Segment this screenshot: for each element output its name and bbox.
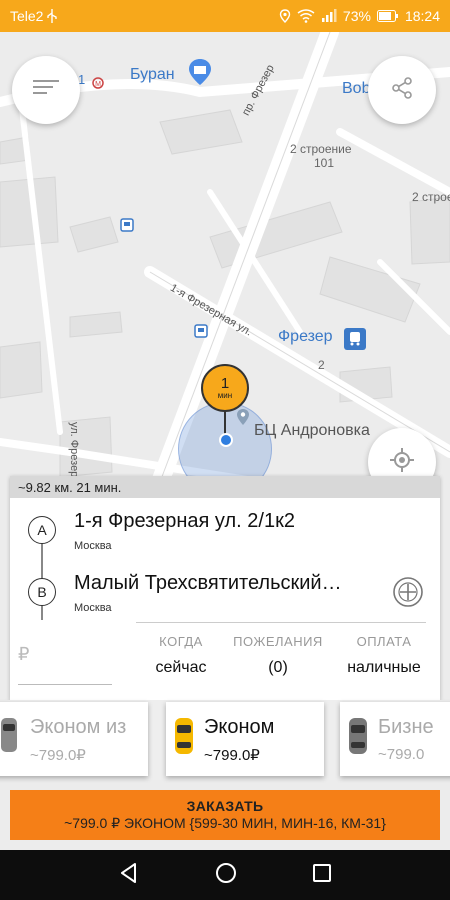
carrier-name: Tele2 xyxy=(10,8,44,24)
price-input-currency[interactable]: ₽ xyxy=(18,644,29,665)
tariff-price: ~799.0₽ xyxy=(204,747,260,764)
train-icon xyxy=(344,328,366,355)
order-button-label: ЗАКАЗАТЬ xyxy=(186,798,264,814)
tariff-price: ~799.0₽ xyxy=(30,747,86,764)
to-letter: B xyxy=(28,578,56,606)
number-2: 2 xyxy=(318,358,325,372)
battery-icon xyxy=(376,10,399,22)
to-city: Москва xyxy=(74,602,112,614)
wishes-option[interactable]: ПОЖЕЛАНИЯ (0) xyxy=(228,634,328,677)
shop-icon xyxy=(188,58,212,91)
car-icon xyxy=(348,716,368,761)
when-label: КОГДА xyxy=(159,634,203,649)
pickup-time-marker: 1 мин xyxy=(201,364,249,412)
add-stop-button[interactable] xyxy=(392,576,424,613)
svg-text:M: M xyxy=(95,81,101,88)
from-city: Москва xyxy=(74,540,112,552)
tariff-name: Бизне xyxy=(378,716,434,738)
payment-value: наличные xyxy=(347,659,421,676)
home-icon xyxy=(215,862,236,883)
current-location-dot xyxy=(219,433,233,447)
poi-bc-andronovka[interactable]: БЦ Андроновка xyxy=(254,422,370,440)
from-address-row[interactable]: A 1-я Фрезерная ул. 2/1к2 Москва xyxy=(10,500,440,560)
tariff-card[interactable]: Эконом из ~799.0₽ xyxy=(0,702,148,776)
tariff-card-selected[interactable]: Эконом ~799.0₽ xyxy=(166,702,324,776)
order-button[interactable]: ЗАКАЗАТЬ ~799.0 ₽ ЭКОНОМ {599-30 МИН, МИ… xyxy=(10,790,440,840)
crosshair-icon xyxy=(389,447,415,478)
share-button[interactable] xyxy=(368,56,436,124)
status-bar: Tele2 73% 18:24 xyxy=(0,0,450,32)
back-icon xyxy=(120,862,136,883)
wishes-label: ПОЖЕЛАНИЯ xyxy=(233,634,323,649)
signal-icon xyxy=(321,9,337,23)
home-button[interactable] xyxy=(215,862,237,889)
status-icons: 73% 18:24 xyxy=(279,8,440,24)
order-button-details: ~799.0 ₽ ЭКОНОМ {599-30 МИН, МИН-16, КМ-… xyxy=(64,815,386,831)
share-icon xyxy=(390,76,414,105)
menu-button[interactable] xyxy=(12,56,80,124)
clock: 18:24 xyxy=(404,8,440,24)
poi-bob: Bob xyxy=(342,80,371,97)
building-label-1b: 101 xyxy=(314,156,335,170)
location-icon xyxy=(279,9,291,23)
poi-frezer-station[interactable]: Фрезер xyxy=(278,328,333,346)
bus-stop-icon xyxy=(120,218,134,237)
to-address: Малый Трехсвятительский… xyxy=(74,572,342,594)
order-options: ₽ КОГДА сейчас ПОЖЕЛАНИЯ (0) ОПЛАТА нали… xyxy=(10,624,440,688)
price-input-underline xyxy=(18,684,112,685)
metro-icon: M xyxy=(92,76,104,94)
tariff-name: Эконом xyxy=(204,716,275,738)
wishes-value: (0) xyxy=(268,659,288,676)
order-panel: ~9.82 км. 21 мин. A 1-я Фрезерная ул. 2/… xyxy=(10,476,440,700)
to-address-row[interactable]: B Малый Трехсвятительский… Москва xyxy=(10,562,440,622)
pickup-time-value: 1 xyxy=(220,375,230,392)
route-info: ~9.82 км. 21 мин. xyxy=(10,476,440,498)
car-icon xyxy=(174,716,194,761)
wifi-icon xyxy=(297,9,315,23)
tariff-card[interactable]: Бизне ~799.0 xyxy=(340,702,450,776)
tariff-name: Эконом из xyxy=(30,716,127,738)
recents-icon xyxy=(313,863,332,882)
tariff-price: ~799.0 xyxy=(378,746,425,763)
battery-percent: 73% xyxy=(342,8,371,24)
menu-icon xyxy=(33,78,59,103)
street-left: ул. Фрезер xyxy=(68,422,80,478)
when-option[interactable]: КОГДА сейчас xyxy=(136,634,226,677)
system-nav-bar xyxy=(0,850,450,900)
poi-buran[interactable]: Буран xyxy=(130,66,175,84)
pickup-time-unit: мин xyxy=(217,391,233,400)
building-label-1: 2 строение xyxy=(290,142,352,156)
car-icon xyxy=(0,716,18,759)
building-label-2: 2 строе xyxy=(412,190,450,204)
from-address: 1-я Фрезерная ул. 2/1к2 xyxy=(74,510,295,532)
carrier-group: Tele2 xyxy=(10,8,58,24)
place-pin-icon xyxy=(236,408,250,431)
payment-label: ОПЛАТА xyxy=(356,634,412,649)
usb-icon xyxy=(47,9,58,23)
bus-stop-icon xyxy=(194,324,208,343)
back-button[interactable] xyxy=(118,862,140,889)
recents-button[interactable] xyxy=(312,863,332,888)
from-letter: A xyxy=(28,516,56,544)
options-divider xyxy=(136,622,426,623)
payment-option[interactable]: ОПЛАТА наличные xyxy=(332,634,436,677)
when-value: сейчас xyxy=(155,659,207,676)
tariff-carousel[interactable]: Эконом из ~799.0₽ Эконом ~799.0₽ Бизне ~… xyxy=(0,700,450,780)
add-stop-icon xyxy=(393,577,423,607)
